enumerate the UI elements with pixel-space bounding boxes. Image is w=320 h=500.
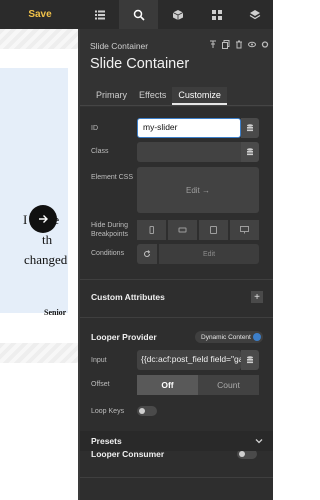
database-icon[interactable] (241, 350, 259, 370)
builder-canvas: I be th changed Senior (0, 29, 80, 500)
refresh-icon[interactable] (137, 244, 157, 264)
switch-knob (139, 408, 145, 414)
element-css-edit-button[interactable]: Edit → (137, 167, 259, 213)
slide-text-line: th (42, 232, 53, 247)
hide-breakpoints-label: Hide During Breakpoints (91, 222, 128, 238)
layers-icon[interactable] (236, 0, 273, 29)
input-label: Input (91, 357, 107, 364)
breakpoint-toggles (137, 220, 259, 240)
slide-text-line: changed (24, 252, 68, 267)
switch-knob (239, 451, 245, 457)
id-input[interactable]: my-slider (137, 118, 241, 138)
slider-next-button[interactable] (29, 205, 57, 233)
database-icon (241, 118, 259, 138)
element-css-label: Element CSS (91, 174, 134, 181)
desktop-icon[interactable] (230, 220, 259, 240)
cube-icon[interactable] (158, 0, 197, 29)
eye-icon[interactable] (248, 39, 256, 49)
looper-input-field[interactable]: {{dc:acf:post_field field="gal (137, 350, 241, 370)
mobile-portrait-icon[interactable] (137, 220, 166, 240)
tablet-icon[interactable] (199, 220, 228, 240)
canvas-stripe-top (0, 29, 80, 49)
loop-keys-switch[interactable] (137, 406, 157, 416)
arrow-right-icon (39, 215, 48, 223)
id-label: ID (91, 125, 98, 132)
panel-title: Slide Container (90, 56, 190, 72)
element-type: Slide Container (90, 41, 149, 51)
section-divider (80, 317, 273, 318)
offset-label: Offset (91, 381, 110, 388)
offset-count-option[interactable]: Count (198, 375, 259, 395)
id-dynamic-button[interactable] (241, 118, 259, 138)
class-label: Class (91, 148, 109, 155)
loop-keys-label: Loop Keys (91, 408, 125, 415)
search-icon[interactable] (119, 0, 158, 29)
slide-role: Senior (44, 308, 67, 317)
tabs-divider (80, 105, 273, 106)
dynamic-content-toggle (253, 333, 261, 341)
pin-icon[interactable] (209, 39, 217, 49)
list-icon[interactable] (80, 0, 119, 29)
conditions-label: Conditions (91, 250, 125, 257)
offset-toggle-group: Off Count (137, 375, 259, 395)
section-divider (80, 279, 273, 280)
dynamic-content-label: Dynamic Content (201, 333, 251, 341)
element-actions (209, 39, 269, 49)
presets-section[interactable]: Presets (80, 431, 273, 451)
save-button[interactable]: Save (0, 0, 80, 29)
settings-icon[interactable] (261, 39, 269, 49)
chevron-down-icon (255, 439, 263, 444)
looper-provider-title[interactable]: Looper Provider (91, 332, 157, 342)
top-toolbar: Save (0, 0, 273, 29)
trash-icon[interactable] (235, 39, 243, 49)
copy-icon[interactable] (222, 39, 230, 49)
tab-customize[interactable]: Customize (172, 87, 227, 105)
presets-title: Presets (91, 436, 122, 446)
panel-tabs: Primary Effects Customize (90, 87, 227, 105)
offset-off-option[interactable]: Off (137, 375, 198, 395)
canvas-stripe-bottom (0, 343, 80, 363)
tab-primary[interactable]: Primary (90, 87, 133, 105)
custom-attributes-title[interactable]: Custom Attributes (91, 292, 165, 302)
tab-effects[interactable]: Effects (133, 87, 172, 105)
add-attribute-button[interactable]: + (251, 291, 263, 303)
section-divider (80, 477, 273, 478)
dynamic-content-badge[interactable]: Dynamic Content (195, 331, 263, 343)
conditions-edit-button[interactable]: Edit (159, 244, 259, 264)
mobile-landscape-icon[interactable] (168, 220, 197, 240)
database-icon[interactable] (241, 142, 259, 162)
grid-icon[interactable] (197, 0, 236, 29)
slide-preview[interactable]: I be th changed Senior (0, 68, 68, 317)
inspector-panel: Slide Container Slide Container Primary … (80, 29, 273, 500)
